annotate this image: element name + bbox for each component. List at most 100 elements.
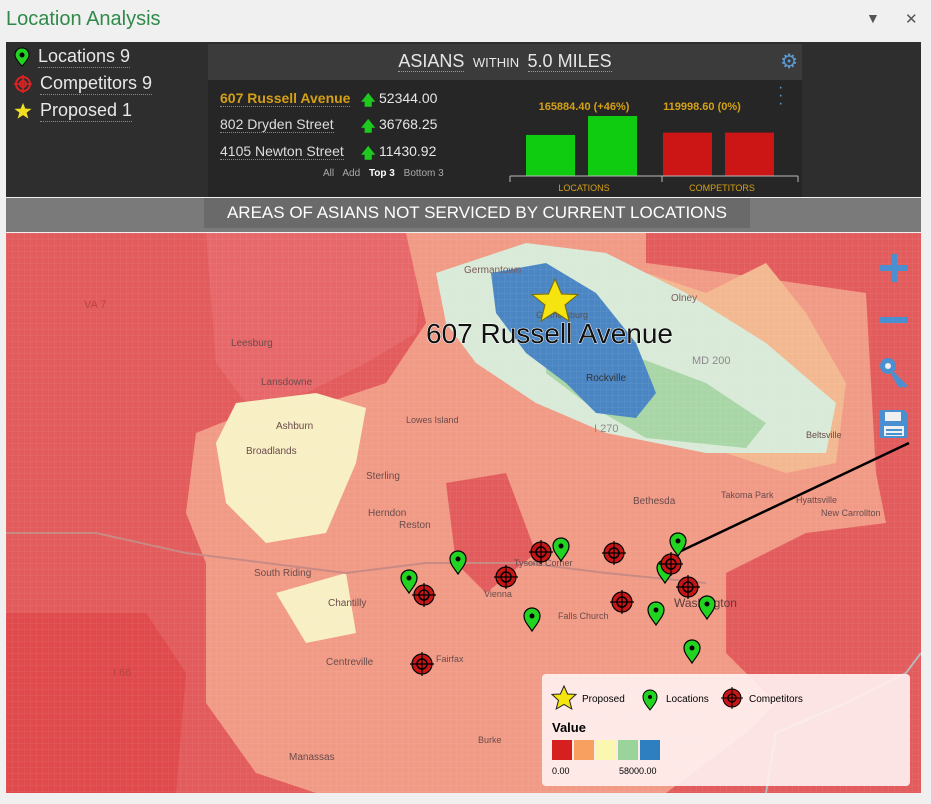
zoom-in-button[interactable] [870, 242, 918, 294]
legend-color-swatch [596, 740, 616, 760]
legend-target-icon [721, 687, 743, 709]
place-label: Ashburn [276, 421, 313, 432]
map-legend-graphic: Proposed Locations Competitors Value 0.0… [550, 684, 803, 776]
place-label: Sterling [366, 471, 400, 482]
legend-proposed[interactable]: Proposed 1 [14, 100, 133, 122]
ranking-name: 802 Dryden Street [220, 116, 334, 133]
place-label: Hyattsville [796, 495, 837, 505]
ranking-filters: All Add Top 3 Bottom 3 [323, 168, 450, 179]
locations-bar [588, 116, 637, 176]
legend-max-value: 58000.00 [619, 766, 657, 776]
map-legend: Proposed Locations Competitors Value 0.0… [542, 674, 910, 786]
key-icon [880, 358, 908, 388]
title-bar: Location Analysis ▼ ✕ [0, 0, 931, 42]
legend-competitors-label: Competitors 9 [40, 73, 153, 95]
ranking-row[interactable]: 4105 Newton Street 🡅 11430.92 [220, 143, 500, 167]
radius-select[interactable]: 5.0 MILES [527, 51, 612, 72]
competitor-target-icon [14, 75, 32, 93]
filter-all[interactable]: All [323, 168, 334, 179]
demographic-select[interactable]: ASIANS [398, 51, 465, 72]
ranking-value: 11430.92 [379, 143, 437, 159]
route-shield: I 66 [113, 667, 131, 679]
ranking-value: 52344.00 [379, 90, 438, 106]
plus-icon [880, 254, 908, 282]
close-icon[interactable]: ✕ [905, 10, 918, 28]
save-button[interactable] [870, 398, 918, 450]
zoom-out-button[interactable] [870, 294, 918, 346]
ranking-row[interactable]: 607 Russell Avenue 🡅 52344.00 [220, 90, 500, 114]
place-label: Takoma Park [721, 490, 774, 500]
place-label: New Carrollton [821, 508, 881, 518]
banner-title: AREAS OF ASIANS NOT SERVICED BY CURRENT … [204, 198, 750, 228]
save-icon [880, 410, 908, 438]
route-shield: I 270 [594, 423, 618, 435]
up-arrow-icon: 🡅 [361, 92, 376, 108]
route-shield: VA 7 [84, 299, 106, 311]
ranking-value: 36768.25 [379, 116, 438, 132]
place-label: Falls Church [558, 611, 609, 621]
location-pin-icon [14, 47, 30, 67]
place-label: Fairfax [436, 654, 464, 664]
legend-color-swatch [618, 740, 638, 760]
legend-competitors[interactable]: Competitors 9 [14, 73, 153, 95]
legend-color-swatch [552, 740, 572, 760]
place-label: Rockville [586, 373, 626, 384]
place-label: Centreville [326, 657, 374, 668]
star-icon [14, 102, 32, 119]
ranking-name: 607 Russell Avenue [220, 90, 351, 107]
place-label: Broadlands [246, 446, 297, 457]
legend-pin-icon [642, 689, 658, 711]
competitors-axis-label: COMPETITORS [689, 183, 755, 193]
route-shield: MD 200 [692, 355, 731, 367]
place-label: Olney [671, 293, 697, 304]
menu-dropdown-icon[interactable]: ▼ [866, 10, 880, 26]
heading-within: WITHIN [472, 55, 520, 70]
ranking-row[interactable]: 802 Dryden Street 🡅 36768.25 [220, 116, 500, 140]
key-button[interactable] [870, 346, 918, 398]
up-arrow-icon: 🡅 [361, 145, 376, 161]
map-toolbar [870, 242, 918, 450]
legend-locations[interactable]: Locations 9 [14, 46, 131, 68]
layer-legend: Locations 9 Competitors 9 Proposed 1 [6, 42, 204, 197]
minus-icon [880, 317, 908, 323]
place-label: Leesburg [231, 338, 273, 349]
place-label: Vienna [484, 589, 512, 599]
competitors-total-label: 119998.60 (0%) [663, 101, 741, 113]
legend-min-value: 0.00 [552, 766, 570, 776]
place-label: Lowes Island [406, 415, 459, 425]
place-label: Germantown [464, 265, 521, 276]
locations-total-label: 165884.40 (+46%) [539, 101, 630, 113]
filter-bottom3[interactable]: Bottom 3 [404, 168, 444, 179]
gear-icon[interactable]: ⚙ [780, 49, 798, 74]
legend-proposed-label: Proposed 1 [40, 100, 133, 122]
legend-value-title: Value [552, 720, 586, 735]
legend-star-icon [550, 684, 578, 711]
legend-proposed-text: Proposed [582, 694, 625, 705]
proposed-site-label: 607 Russell Avenue [426, 318, 673, 349]
filter-top3[interactable]: Top 3 [369, 168, 395, 179]
ranking-name: 4105 Newton Street [220, 143, 344, 160]
analysis-card: ASIANS WITHIN 5.0 MILES ⚙ 607 Russell Av… [208, 44, 802, 197]
place-label: Manassas [289, 752, 335, 763]
competitors-bar [663, 132, 712, 176]
legend-color-swatch [574, 740, 594, 760]
legend-locations-text: Locations [666, 694, 709, 705]
comparison-bar-chart: 165884.40 (+46%) 119998.60 (0%) LOCATION… [509, 101, 799, 193]
locations-axis-label: LOCATIONS [558, 183, 609, 193]
competitors-bar [725, 132, 774, 176]
card-heading: ASIANS WITHIN 5.0 MILES ⚙ [208, 44, 802, 80]
legend-color-swatch [640, 740, 660, 760]
locations-bar [526, 134, 575, 176]
legend-competitors-text: Competitors [749, 694, 803, 705]
place-label: Beltsville [806, 430, 842, 440]
place-label: Burke [478, 735, 502, 745]
heatmap-banner: AREAS OF ASIANS NOT SERVICED BY CURRENT … [6, 198, 921, 232]
filter-add[interactable]: Add [342, 168, 360, 179]
legend-locations-label: Locations 9 [38, 46, 131, 68]
place-label: Herndon [368, 508, 406, 519]
place-label: Chantilly [328, 598, 366, 609]
place-label: Bethesda [633, 496, 676, 507]
place-label: South Riding [254, 568, 311, 579]
window-title: Location Analysis [6, 8, 161, 30]
up-arrow-icon: 🡅 [361, 118, 376, 134]
